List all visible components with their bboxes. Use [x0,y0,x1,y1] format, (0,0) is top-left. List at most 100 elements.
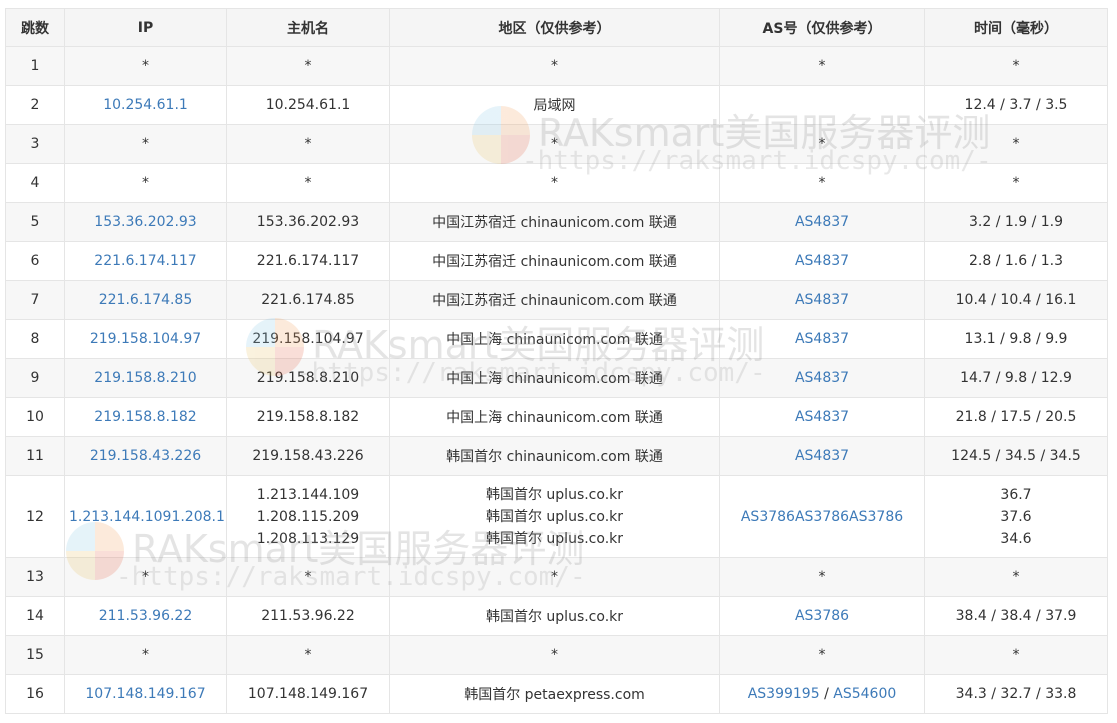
as-cell: AS4837 [719,202,925,242]
hostname-text: 219.158.8.182 [256,409,360,425]
hop-cell: 12 [5,475,65,558]
ip-link[interactable]: 107.148.149.167 [85,686,205,702]
time-cell: * [924,46,1108,86]
hop-cell: 10 [5,397,65,437]
as-link[interactable]: AS4837 [795,370,849,386]
region-cell: 中国上海 chinaunicom.com 联通 [389,358,720,398]
hostname-cell: * [226,635,390,675]
as-link[interactable]: AS4837 [795,331,849,347]
as-link[interactable]: AS4837 [795,292,849,308]
region-cell: * [389,163,720,203]
time-text: 10.4 / 10.4 / 16.1 [955,292,1077,308]
ip-link[interactable]: 221.6.174.85 [99,292,193,308]
table-row: 16 107.148.149.167 107.148.149.167 韩国首尔 pet… [5,674,1108,714]
hostname-cell: 10.254.61.1 [226,85,390,125]
hostname-cell: 107.148.149.167 [226,674,390,714]
time-text: * [1012,569,1020,585]
as-cell: AS399195 / AS54600 [719,674,925,714]
ip-link[interactable]: 10.254.61.1 [103,97,188,113]
region-text: 韩国首尔 uplus.co.kr [485,530,624,547]
table-row: 7 221.6.174.85 221.6.174.85 中国江苏宿迁 chinauni… [5,280,1108,320]
as-link[interactable]: AS4837 [795,448,849,464]
ip-cell: 219.158.43.226 [64,436,227,476]
as-cell: AS4837 [719,241,925,281]
time-text: 37.6 [1000,508,1032,525]
ip-link[interactable]: 219.158.8.210 [94,370,196,386]
hop-cell: 2 [5,85,65,125]
as-link[interactable]: AS54600 [833,686,896,702]
region-text: 局域网 [533,98,576,114]
time-text: * [1012,58,1020,74]
table-header-row: 跳数 IP 主机名 地区（仅供参考） AS号（仅供参考） 时间（毫秒） [5,8,1108,47]
ip-link[interactable]: 221.6.174.117 [94,253,196,269]
traceroute-table: 跳数 IP 主机名 地区（仅供参考） AS号（仅供参考） 时间（毫秒） 1 * * *… [5,8,1108,714]
as-link[interactable]: AS3786 [795,608,849,624]
hop-cell: 14 [5,596,65,636]
hostname-text: * [304,175,312,191]
ip-link[interactable]: 1.208.115.209 [171,509,225,525]
time-text: 34.6 [1000,530,1032,547]
hostname-cell: * [226,46,390,86]
region-cell: * [389,557,720,597]
hop-cell: 4 [5,163,65,203]
region-text: 中国上海 chinaunicom.com 联通 [446,371,663,387]
hop-cell: 9 [5,358,65,398]
region-cell: 中国江苏宿迁 chinaunicom.com 联通 [389,202,720,242]
region-cell: 中国江苏宿迁 chinaunicom.com 联通 [389,241,720,281]
as-link[interactable]: AS4837 [795,409,849,425]
ip-cell: 221.6.174.85 [64,280,227,320]
ip-cell: 10.254.61.1 [64,85,227,125]
as-link[interactable]: AS3786 [795,509,849,525]
as-link[interactable]: AS399195 [748,686,820,702]
ip-link[interactable]: 219.158.43.226 [90,448,201,464]
hostname-cell: * [226,557,390,597]
ip-link[interactable]: 153.36.202.93 [94,214,196,230]
ip-text: * [142,136,149,152]
time-text: 36.7 [1000,486,1032,503]
ip-cell: 107.148.149.167 [64,674,227,714]
ip-link[interactable]: 211.53.96.22 [99,608,193,624]
table-row: 2 10.254.61.1 10.254.61.1 局域网 12.4 / 3.7 / 3… [5,85,1108,125]
as-cell: AS3786AS3786AS3786 [719,475,925,558]
ip-link[interactable]: 219.158.104.97 [90,331,201,347]
ip-cell: 219.158.104.97 [64,319,227,359]
ip-link[interactable]: 1.213.144.109 [69,509,171,525]
ip-link[interactable]: 219.158.8.182 [94,409,196,425]
time-cell: 3.2 / 1.9 / 1.9 [924,202,1108,242]
ip-cell: 221.6.174.117 [64,241,227,281]
ip-cell: * [64,635,227,675]
header-as: AS号（仅供参考） [719,8,925,47]
ip-cell: 153.36.202.93 [64,202,227,242]
region-cell: 韩国首尔 chinaunicom.com 联通 [389,436,720,476]
as-link[interactable]: AS3786 [741,509,795,525]
as-cell: * [719,635,925,675]
as-link[interactable]: AS4837 [795,214,849,230]
time-text: 2.8 / 1.6 / 1.3 [968,253,1064,269]
region-text: 韩国首尔 uplus.co.kr [485,486,624,503]
hostname-cell: 221.6.174.117 [226,241,390,281]
hostname-cell: 219.158.8.182 [226,397,390,437]
time-text: 3.2 / 1.9 / 1.9 [968,214,1064,230]
as-cell: AS4837 [719,280,925,320]
ip-cell: 211.53.96.22 [64,596,227,636]
time-cell: * [924,557,1108,597]
hostname-text: 153.36.202.93 [256,214,360,230]
time-text: 21.8 / 17.5 / 20.5 [955,409,1077,425]
as-text: * [818,58,826,74]
table-row: 6 221.6.174.117 221.6.174.117 中国江苏宿迁 chinau… [5,241,1108,281]
region-cell: 韩国首尔 petaexpress.com [389,674,720,714]
as-link-group: AS399195 / AS54600 [748,686,897,702]
region-text: * [551,58,558,74]
as-link[interactable]: AS4837 [795,253,849,269]
as-cell: AS4837 [719,436,925,476]
as-link[interactable]: AS3786 [849,509,903,525]
hostname-cell: 219.158.43.226 [226,436,390,476]
ip-cell: * [64,163,227,203]
time-cell: * [924,163,1108,203]
region-text: 韩国首尔 uplus.co.kr [485,508,624,525]
region-text: * [551,647,558,663]
as-cell: AS4837 [719,397,925,437]
header-ip: IP [64,8,227,47]
header-hop: 跳数 [5,8,65,47]
hostname-text: 10.254.61.1 [265,97,351,113]
